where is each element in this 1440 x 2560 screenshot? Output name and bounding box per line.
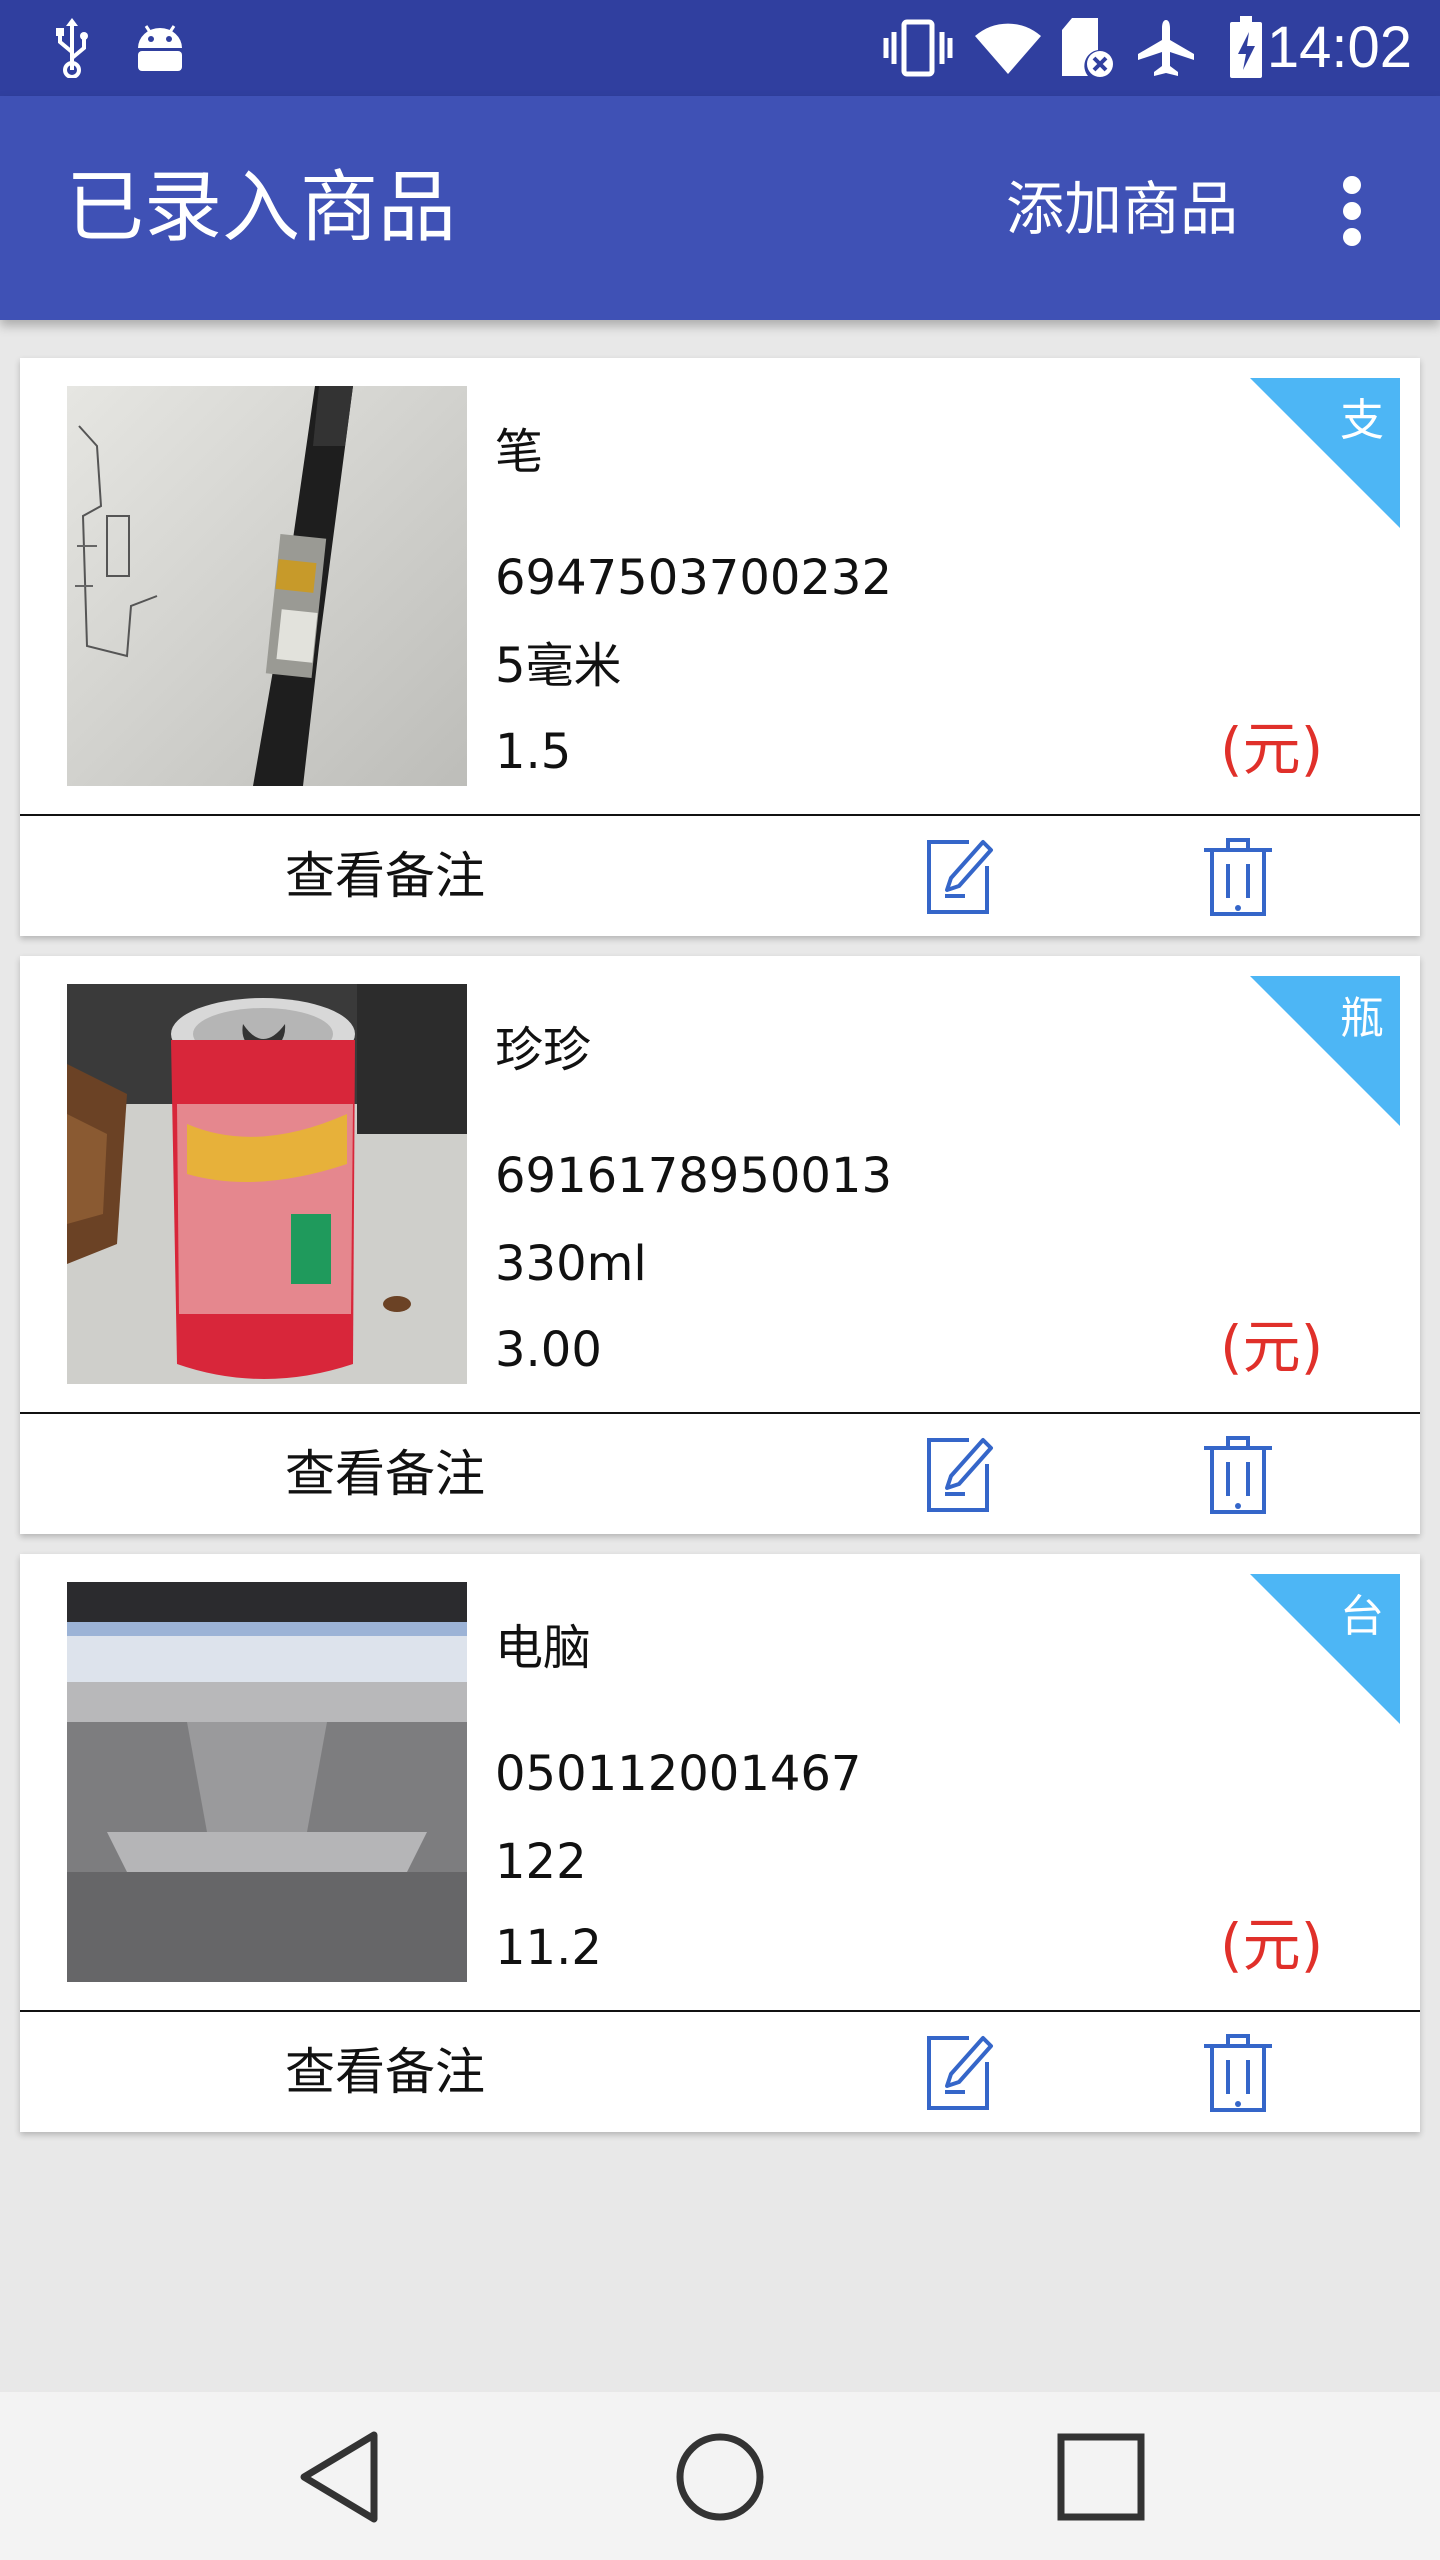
product-barcode: 6947503700232 (495, 550, 893, 606)
product-price: 11.2 (495, 1920, 602, 1976)
delete-icon[interactable] (1202, 836, 1274, 918)
divider (20, 1412, 1420, 1414)
more-vert-icon[interactable] (1322, 166, 1382, 256)
airplane-icon (1134, 14, 1198, 82)
currency-label: (元) (1220, 1313, 1324, 1381)
page-title: 已录入商品 (66, 163, 457, 253)
currency-label: (元) (1220, 715, 1324, 783)
unit-label: 支 (1340, 395, 1384, 446)
add-product-button[interactable]: 添加商品 (1006, 174, 1238, 244)
home-icon[interactable] (665, 2422, 775, 2532)
product-card[interactable]: 笔 6947503700232 5毫米 1.5 (元) 支 查看备注 (20, 358, 1420, 936)
product-barcode: 050112001467 (495, 1746, 862, 1802)
delete-icon[interactable] (1202, 2032, 1274, 2114)
product-spec: 122 (495, 1834, 587, 1890)
edit-icon[interactable] (925, 1434, 995, 1514)
divider (20, 814, 1420, 816)
view-note-button[interactable]: 查看备注 (285, 1442, 485, 1506)
product-spec: 5毫米 (495, 638, 622, 694)
wifi-icon (972, 14, 1044, 82)
android-icon (130, 14, 190, 82)
delete-icon[interactable] (1202, 1434, 1274, 1516)
clock-time: 14:02 (1266, 15, 1412, 80)
navigation-bar (0, 2392, 1440, 2560)
edit-icon[interactable] (925, 836, 995, 916)
unit-badge: 台 (1250, 1574, 1400, 1724)
unit-label: 台 (1340, 1591, 1384, 1642)
product-spec: 330ml (495, 1236, 647, 1292)
can-photo (67, 984, 467, 1384)
product-name: 笔 (495, 424, 544, 480)
status-bar: 14:02 (0, 0, 1440, 96)
divider (20, 2010, 1420, 2012)
monitor-photo (67, 1582, 467, 1982)
usb-icon (44, 14, 100, 82)
view-note-button[interactable]: 查看备注 (285, 2040, 485, 2104)
product-barcode: 6916178950013 (495, 1148, 893, 1204)
recents-icon[interactable] (1046, 2422, 1156, 2532)
app-bar: 已录入商品 添加商品 (0, 96, 1440, 320)
view-note-button[interactable]: 查看备注 (285, 844, 485, 908)
product-price: 1.5 (495, 724, 572, 780)
currency-label: (元) (1220, 1911, 1324, 1979)
back-icon[interactable] (286, 2422, 396, 2532)
product-card[interactable]: 珍珍 6916178950013 330ml 3.00 (元) 瓶 查看备注 (20, 956, 1420, 1534)
unit-label: 瓶 (1340, 993, 1384, 1044)
sd-card-off-icon (1058, 14, 1114, 82)
unit-badge: 瓶 (1250, 976, 1400, 1126)
vibrate-icon (880, 14, 956, 82)
product-name: 电脑 (495, 1620, 592, 1676)
edit-icon[interactable] (925, 2032, 995, 2112)
unit-badge: 支 (1250, 378, 1400, 528)
product-price: 3.00 (495, 1322, 602, 1378)
battery-charging-icon (1226, 14, 1266, 82)
product-name: 珍珍 (495, 1022, 592, 1078)
product-card[interactable]: 电脑 050112001467 122 11.2 (元) 台 查看备注 (20, 1554, 1420, 2132)
pen-photo (67, 386, 467, 786)
